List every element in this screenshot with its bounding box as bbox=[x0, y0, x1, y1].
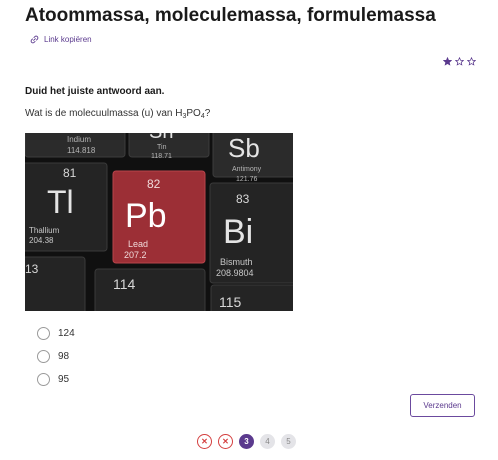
star-outline-icon bbox=[467, 57, 476, 66]
svg-text:114.818: 114.818 bbox=[67, 146, 96, 155]
answer-option[interactable]: 95 bbox=[37, 368, 75, 391]
page-indicator[interactable]: 5 bbox=[281, 434, 296, 449]
radio-button[interactable] bbox=[37, 327, 50, 340]
star-filled-icon bbox=[443, 57, 452, 66]
svg-text:Sb: Sb bbox=[228, 133, 260, 163]
answer-option-label: 124 bbox=[58, 328, 75, 339]
antimony-tile: Sb Antimony 121.76 bbox=[212, 133, 293, 183]
svg-text:13: 13 bbox=[25, 262, 39, 276]
star-outline-icon bbox=[455, 57, 464, 66]
answer-option-label: 98 bbox=[58, 351, 70, 362]
page-wrong-icon[interactable]: ✕ bbox=[218, 434, 233, 449]
svg-text:208.9804: 208.9804 bbox=[216, 268, 254, 278]
svg-text:Tin: Tin bbox=[157, 144, 167, 151]
tin-tile: Sn Tin 118.71 bbox=[128, 133, 210, 160]
svg-text:121.76: 121.76 bbox=[236, 176, 258, 183]
svg-text:Bismuth: Bismuth bbox=[220, 257, 253, 267]
lead-tile: 82 Pb Lead 207.2 bbox=[112, 170, 206, 264]
periodic-table-image: Indium 114.818 Sn Tin 118.71 Sb Antimony… bbox=[25, 133, 293, 311]
indium-tile: Indium 114.818 bbox=[25, 133, 126, 158]
page-title: Atoommassa, moleculemassa, formulemassa bbox=[25, 5, 436, 26]
svg-text:114: 114 bbox=[113, 276, 136, 292]
svg-text:204.38: 204.38 bbox=[29, 236, 54, 245]
svg-text:82: 82 bbox=[147, 177, 161, 191]
answer-option[interactable]: 98 bbox=[37, 345, 75, 368]
row7-mid-tile: 114 bbox=[94, 268, 206, 311]
copy-link-button[interactable]: Link kopiëren bbox=[30, 35, 92, 44]
bismuth-tile: 83 Bi Bismuth 208.9804 bbox=[209, 182, 293, 284]
copy-link-label: Link kopiëren bbox=[44, 35, 92, 44]
row7-left-tile: 13 bbox=[25, 256, 86, 311]
svg-text:Sn: Sn bbox=[149, 133, 173, 143]
difficulty-rating bbox=[443, 57, 476, 66]
svg-text:Lead: Lead bbox=[128, 239, 148, 249]
page-wrong-icon[interactable]: ✕ bbox=[197, 434, 212, 449]
answer-option-label: 95 bbox=[58, 374, 70, 385]
link-icon bbox=[30, 35, 39, 44]
row7-right-tile: 115 bbox=[210, 284, 293, 311]
instruction-text: Duid het juiste antwoord aan. bbox=[25, 86, 165, 97]
question-pagination: ✕ ✕ 3 4 5 bbox=[197, 434, 296, 449]
answer-option[interactable]: 124 bbox=[37, 322, 75, 345]
svg-text:Indium: Indium bbox=[67, 135, 91, 144]
submit-button[interactable]: Verzenden bbox=[410, 394, 475, 417]
page-indicator[interactable]: 3 bbox=[239, 434, 254, 449]
svg-text:207.2: 207.2 bbox=[124, 250, 147, 260]
svg-text:Pb: Pb bbox=[125, 197, 167, 235]
svg-text:Tl: Tl bbox=[47, 184, 74, 220]
answer-options: 124 98 95 bbox=[37, 322, 75, 391]
svg-text:Thallium: Thallium bbox=[29, 226, 60, 235]
svg-text:Antimony: Antimony bbox=[232, 166, 262, 173]
question-text: Wat is de molecuulmassa (u) van H3PO4? bbox=[25, 108, 211, 120]
thallium-tile: 81 Tl Thallium 204.38 bbox=[25, 162, 108, 252]
svg-text:Bi: Bi bbox=[223, 213, 253, 251]
radio-button[interactable] bbox=[37, 350, 50, 363]
svg-text:115: 115 bbox=[219, 294, 242, 310]
svg-text:81: 81 bbox=[63, 166, 77, 180]
page-indicator[interactable]: 4 bbox=[260, 434, 275, 449]
radio-button[interactable] bbox=[37, 373, 50, 386]
svg-text:118.71: 118.71 bbox=[151, 153, 172, 160]
svg-text:83: 83 bbox=[236, 192, 250, 206]
